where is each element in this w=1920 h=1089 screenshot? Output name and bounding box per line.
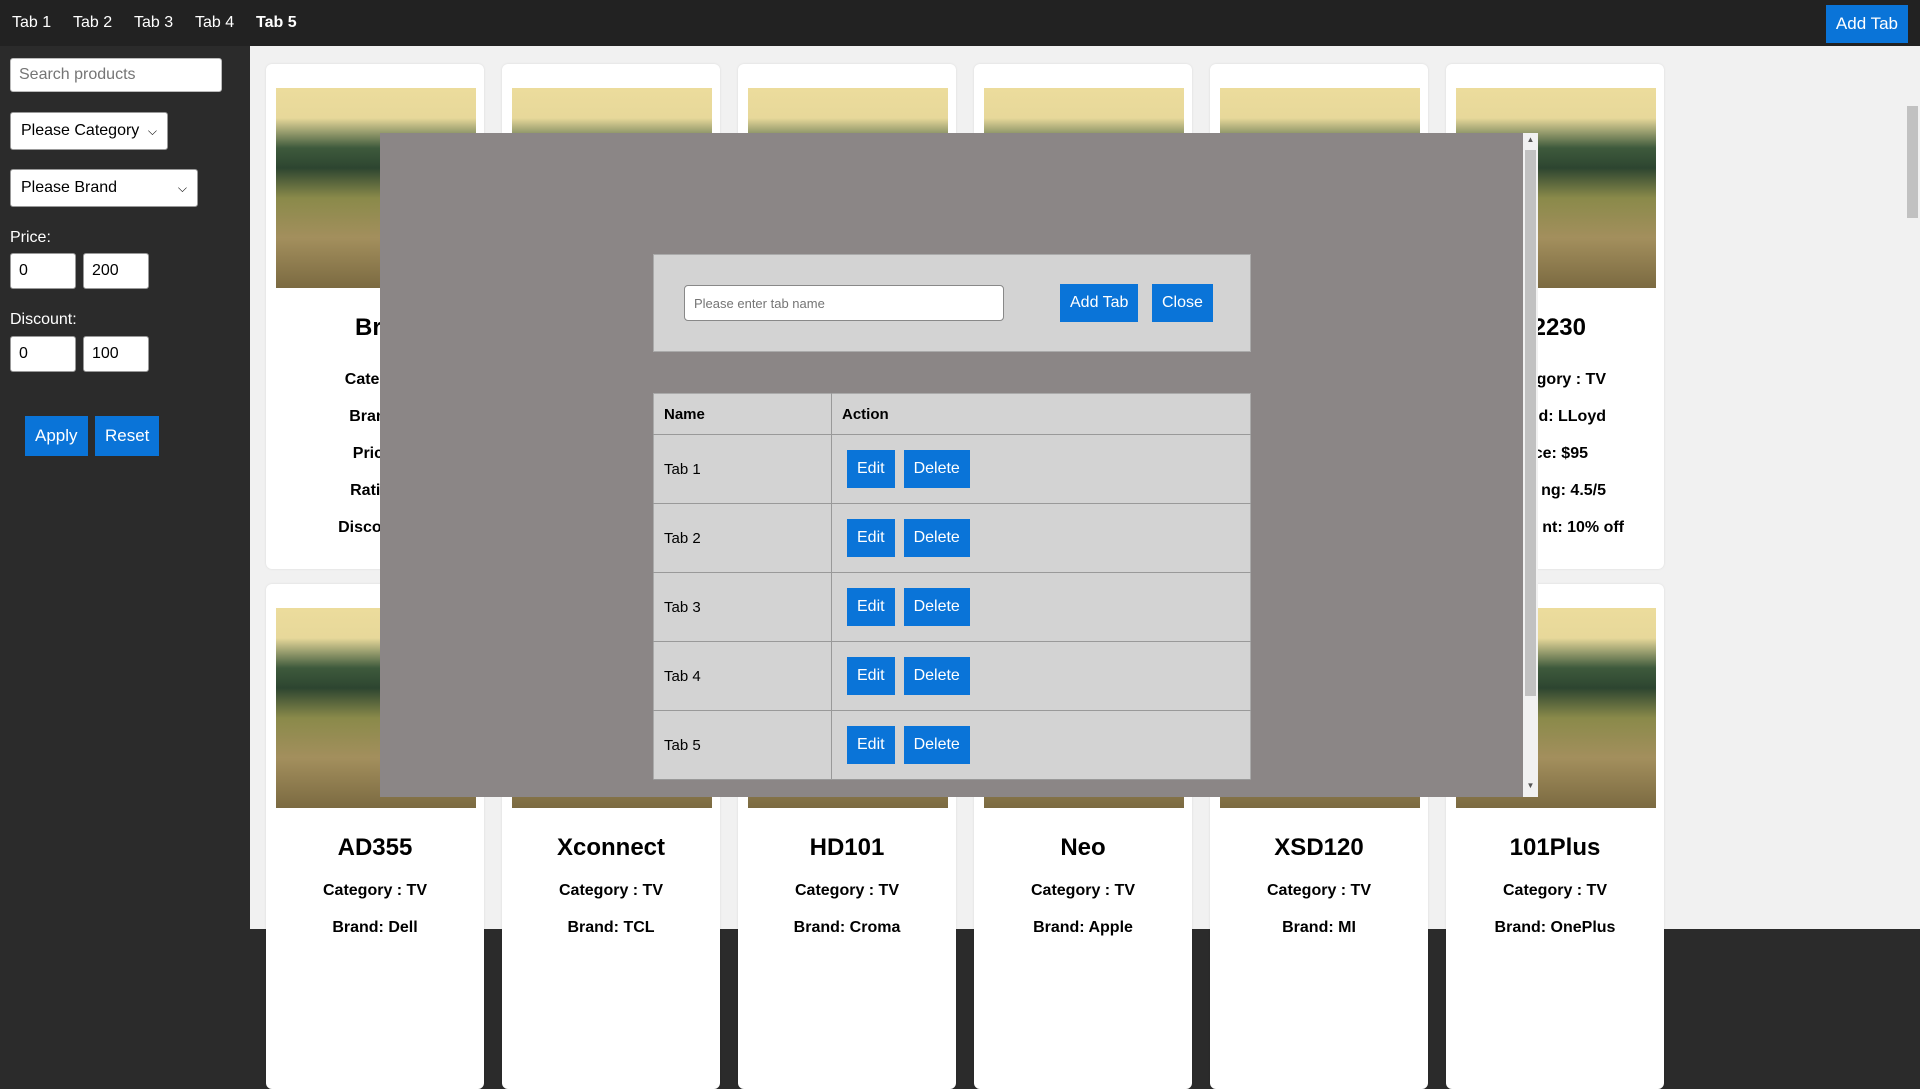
table-row: Tab 5 Edit Delete [653,710,1251,780]
page-scrollbar[interactable] [1905,46,1920,929]
add-tab-button[interactable]: Add Tab [1825,5,1908,43]
product-title: 101Plus [1509,834,1601,861]
tab-2[interactable]: Tab 2 [73,0,112,46]
discount-max-input[interactable]: 100 [83,336,149,372]
search-input[interactable] [10,58,222,92]
product-title: AD355 [337,834,413,861]
scroll-down-arrow-icon[interactable]: ▼ [1523,781,1538,795]
product-title: Xconnect [556,834,666,861]
tab-row-name: Tab 4 [653,641,832,711]
filter-sidebar: Please Category ⌵ Please Brand ⌵ Price: … [0,46,250,929]
price-label: Price: [10,229,51,246]
product-category: Category : TV [1030,882,1135,899]
tab-5[interactable]: Tab 5 [256,0,297,46]
product-brand: Brand: Dell [332,919,418,936]
price-min-input[interactable]: 0 [10,253,76,289]
delete-button[interactable]: Delete [903,726,970,764]
tab-row-actions: Edit Delete [831,641,1251,711]
product-brand: Brand: OnePlus [1494,919,1616,936]
product-brand: Brand: Croma [793,919,901,936]
chevron-down-icon: ⌵ [177,180,187,195]
tab-row-name: Tab 3 [653,572,832,642]
product-category: Category : TV [794,882,899,899]
tab-row-actions: Edit Delete [831,572,1251,642]
discount-min-input[interactable]: 0 [10,336,76,372]
table-header-row: Name Action [653,393,1251,435]
tab-4[interactable]: Tab 4 [195,0,234,46]
column-header-action: Action [831,393,1251,435]
table-row: Tab 2 Edit Delete [653,503,1251,573]
delete-button[interactable]: Delete [903,519,970,557]
product-category: Category : TV [558,882,663,899]
product-category: Category : TV [1502,882,1607,899]
modal-add-tab-button[interactable]: Add Tab [1060,284,1139,322]
tab-3[interactable]: Tab 3 [134,0,173,46]
tab-row-name: Tab 5 [653,710,832,780]
edit-button[interactable]: Edit [847,657,895,695]
modal-scrollbar[interactable]: ▲ ▼ [1523,133,1538,797]
column-header-name: Name [653,393,832,435]
product-brand: Brand: Apple [1033,919,1133,936]
top-tab-bar: Tab 1 Tab 2 Tab 3 Tab 4 Tab 5 Add Tab [0,0,1920,46]
table-row: Tab 1 Edit Delete [653,434,1251,504]
product-brand: Brand: MI [1282,919,1356,936]
brand-select-value: Please Brand [21,179,118,196]
chevron-down-icon: ⌵ [147,123,157,138]
page-scrollbar-thumb[interactable] [1907,106,1918,218]
tabs-table: Name Action Tab 1 Edit Delete Tab 2 Edit D… [653,393,1251,780]
edit-button[interactable]: Edit [847,588,895,626]
tab-row-actions: Edit Delete [831,710,1251,780]
category-select[interactable]: Please Category ⌵ [10,112,168,150]
tab-name-input[interactable] [684,285,1004,321]
add-tab-panel: Add Tab Close [653,254,1251,352]
scroll-up-arrow-icon[interactable]: ▲ [1523,135,1538,149]
product-category: Category : TV [1266,882,1371,899]
edit-button[interactable]: Edit [847,519,895,557]
reset-button[interactable]: Reset [95,416,160,456]
edit-button[interactable]: Edit [847,450,895,488]
tab-row-actions: Edit Delete [831,434,1251,504]
manage-tabs-modal: Add Tab Close Name Action Tab 1 EditDele… [380,133,1538,797]
delete-button[interactable]: Delete [903,588,970,626]
tab-1[interactable]: Tab 1 [12,0,51,46]
table-row: Tab 4 Edit Delete [653,641,1251,711]
price-max-input[interactable]: 200 [83,253,149,289]
product-category: Category : TV [322,882,427,899]
edit-button[interactable]: Edit [847,726,895,764]
modal-scrollbar-thumb[interactable] [1525,150,1536,696]
apply-button[interactable]: Apply [25,416,88,456]
table-row: Tab 3 Edit Delete [653,572,1251,642]
discount-label: Discount: [10,311,77,328]
tab-row-name: Tab 1 [653,434,832,504]
tab-row-actions: Edit Delete [831,503,1251,573]
modal-close-button[interactable]: Close [1152,284,1213,322]
brand-select[interactable]: Please Brand ⌵ [10,169,198,207]
product-title: HD101 [809,834,885,861]
product-title: Neo [1060,834,1106,861]
category-select-value: Please Category [21,122,140,139]
delete-button[interactable]: Delete [903,450,970,488]
product-brand: Brand: TCL [567,919,655,936]
product-title: XSD120 [1274,834,1364,861]
tab-row-name: Tab 2 [653,503,832,573]
delete-button[interactable]: Delete [903,657,970,695]
